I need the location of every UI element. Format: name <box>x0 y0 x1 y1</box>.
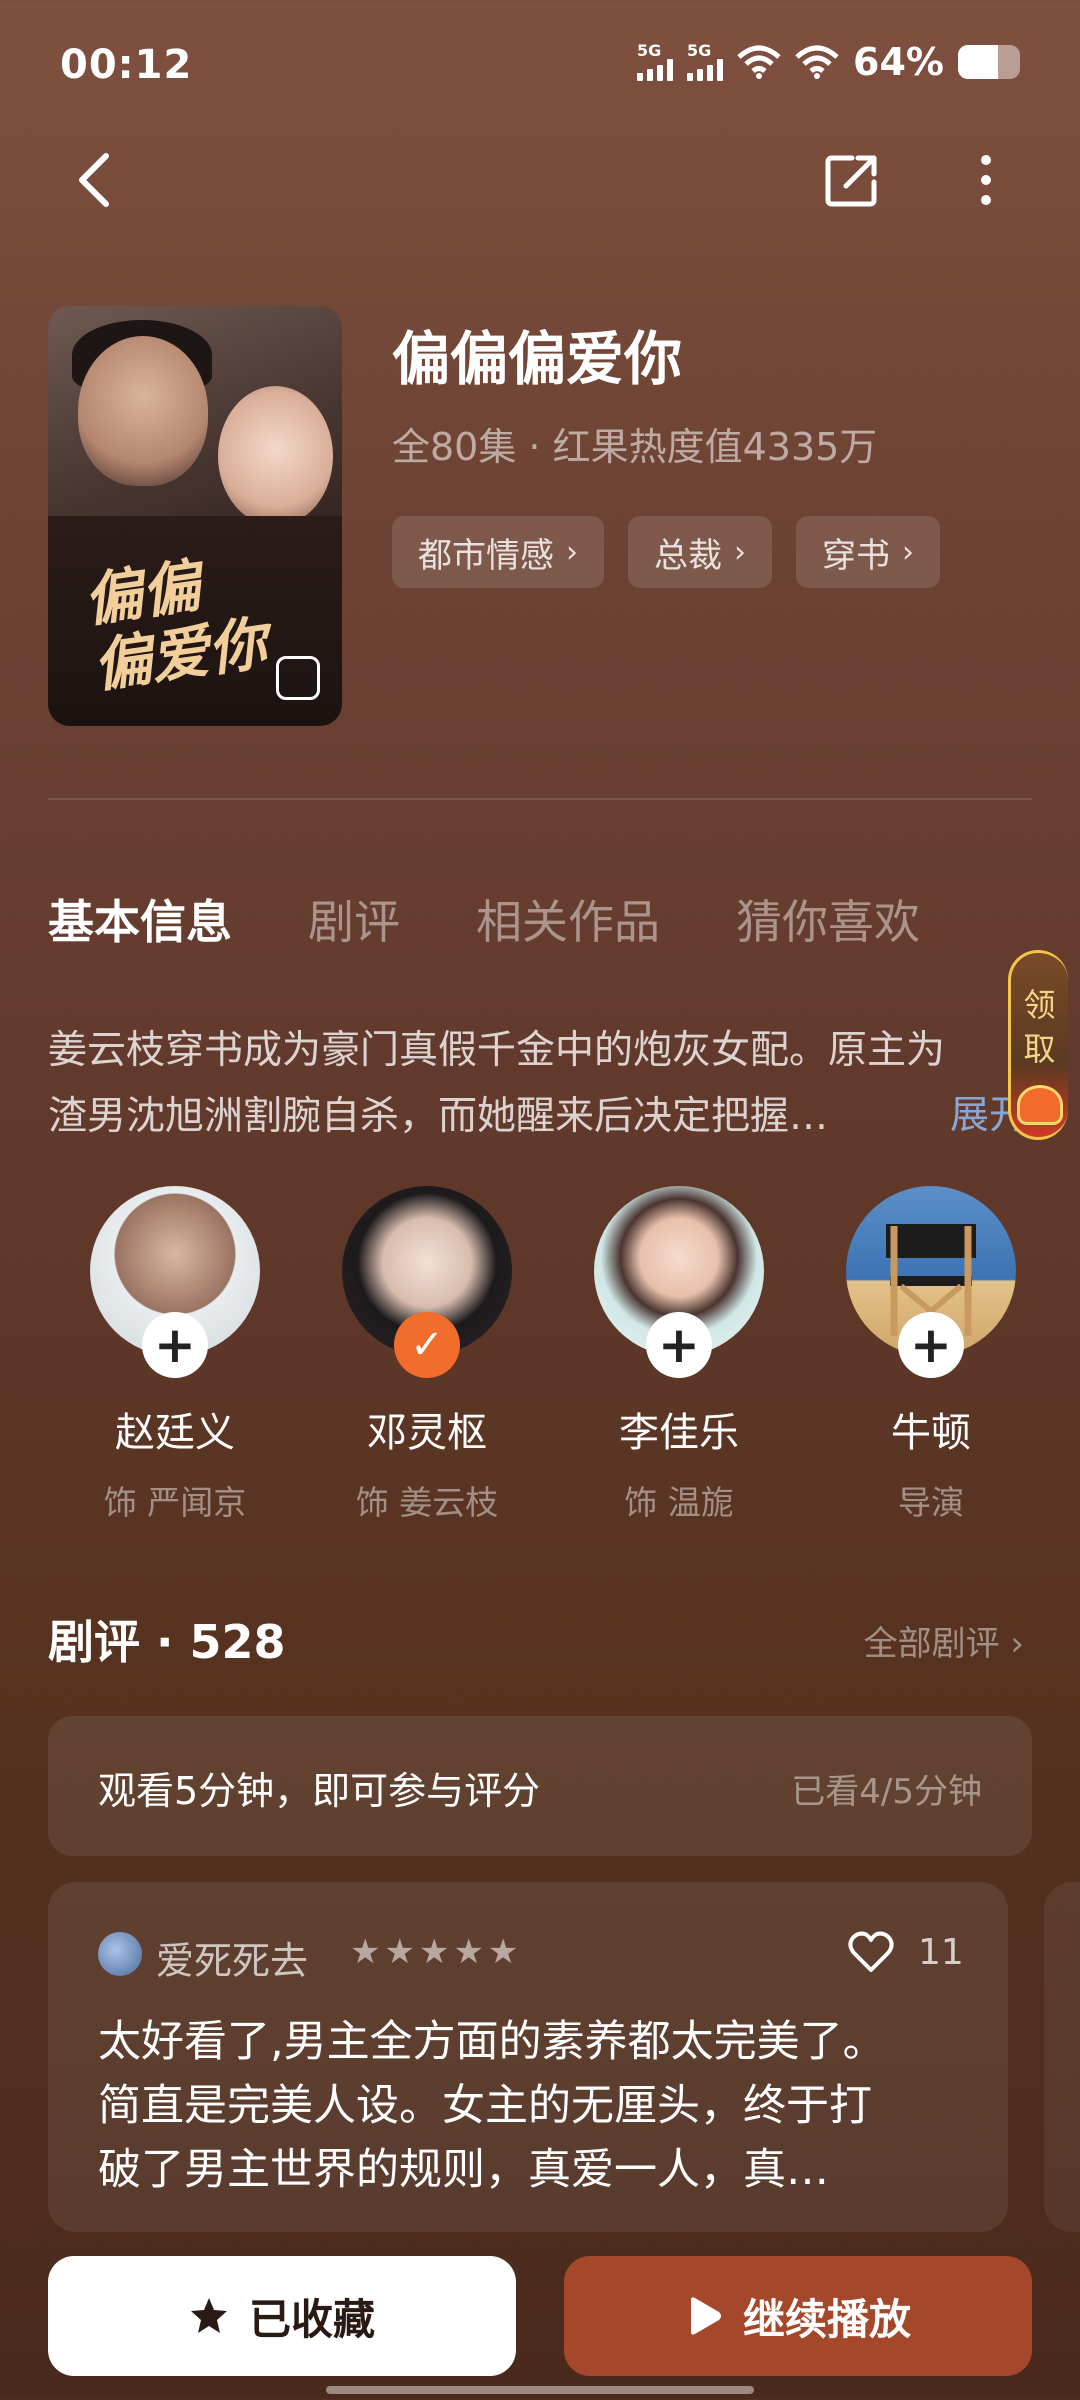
battery-percent: 64% <box>853 40 944 84</box>
wifi-icon <box>795 45 839 79</box>
review-stars: ★★★★★ <box>350 1932 523 1972</box>
star-icon <box>190 2298 227 2333</box>
reviews-heading: 剧评 · 528 <box>48 1615 286 1669</box>
tab-reviews[interactable]: 剧评 <box>308 886 400 952</box>
avatar: + <box>90 1186 260 1378</box>
chevron-right-icon: › <box>734 534 746 570</box>
tab-basic-info[interactable]: 基本信息 <box>48 886 232 952</box>
next-review-card[interactable] <box>1044 1882 1080 2232</box>
genre-tags: 都市情感 › 总裁 › 穿书 › <box>392 516 940 588</box>
tag-ceo[interactable]: 总裁 › <box>628 516 772 588</box>
poster-title: 偏偏 偏爱你 <box>79 551 271 701</box>
tab-related-works[interactable]: 相关作品 <box>476 886 660 952</box>
synopsis: 姜云枝穿书成为豪门真假千金中的炮灰女配。原主为 渣男沈旭洲割腕自杀，而她醒来后决… <box>48 1028 946 1139</box>
chevron-right-icon: › <box>566 534 578 570</box>
cast-member[interactable]: + 牛顿 导演 <box>836 1186 1026 1524</box>
continue-play-button[interactable]: 继续播放 <box>564 2256 1032 2376</box>
chevron-right-icon: › <box>1010 1624 1024 1664</box>
home-indicator[interactable] <box>326 2386 754 2394</box>
watch-progress: 已看4/5分钟 <box>791 1772 982 1812</box>
review-text: 太好看了,男主全方面的素养都太完美了。 简直是完美人设。女主的无厘头，终于打 破… <box>98 2017 886 2195</box>
play-icon <box>690 2297 721 2335</box>
heart-icon[interactable] <box>848 1930 894 1974</box>
divider <box>48 798 1032 800</box>
all-reviews-link[interactable]: 全部剧评 › <box>864 1616 1024 1665</box>
follow-plus-icon[interactable]: + <box>142 1312 208 1378</box>
show-meta: 全80集 · 红果热度值4335万 <box>392 425 878 469</box>
battery-icon <box>958 45 1020 79</box>
avatar: ✓ <box>342 1186 512 1378</box>
cell-signal-icon: 5G <box>687 43 724 81</box>
follow-plus-icon[interactable]: + <box>898 1312 964 1378</box>
avatar[interactable] <box>98 1932 142 1976</box>
cell-signal-icon: 5G <box>637 43 674 81</box>
tab-recommendations[interactable]: 猜你喜欢 <box>736 886 920 952</box>
more-icon[interactable] <box>966 150 1006 210</box>
review-username[interactable]: 爱死死去 <box>156 1930 308 1985</box>
tag-urban-romance[interactable]: 都市情感 › <box>392 516 604 588</box>
back-icon[interactable] <box>70 150 120 210</box>
like-count: 11 <box>918 1932 964 1973</box>
collect-button[interactable]: 已收藏 <box>48 2256 516 2376</box>
cast-member[interactable]: + 李佳乐 饰 温旎 <box>584 1186 774 1524</box>
poster-badge-icon <box>276 656 320 700</box>
rating-prompt: 观看5分钟，即可参与评分 <box>98 1769 541 1813</box>
cast-member[interactable]: ✓ 邓灵枢 饰 姜云枝 <box>332 1186 522 1524</box>
tag-book-transmigration[interactable]: 穿书 › <box>796 516 940 588</box>
show-title: 偏偏偏爱你 <box>392 325 683 393</box>
share-icon[interactable] <box>822 150 882 210</box>
chevron-right-icon: › <box>902 534 914 570</box>
followed-check-icon[interactable]: ✓ <box>394 1312 460 1378</box>
avatar: + <box>594 1186 764 1378</box>
cast-member[interactable]: + 赵廷义 饰 严闻京 <box>80 1186 270 1524</box>
show-poster[interactable]: 偏偏 偏爱你 <box>48 306 342 726</box>
wifi-icon <box>737 45 781 79</box>
reward-widget[interactable]: 领 取 <box>1008 950 1068 1140</box>
director-chair-icon: + <box>846 1186 1016 1378</box>
detail-tabs: 基本信息 剧评 相关作品 猜你喜欢 <box>48 886 920 952</box>
follow-plus-icon[interactable]: + <box>646 1312 712 1378</box>
status-time: 00:12 <box>60 42 193 88</box>
red-envelope-icon <box>1016 1085 1063 1125</box>
status-icons: 5G 5G 64% <box>637 40 1020 84</box>
